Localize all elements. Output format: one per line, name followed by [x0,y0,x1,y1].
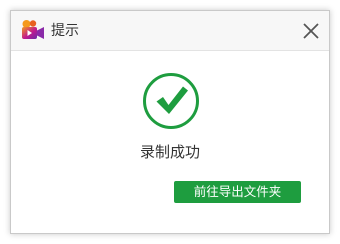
video-camera-icon [21,19,45,41]
close-icon[interactable] [301,21,321,41]
open-export-folder-button[interactable]: 前往导出文件夹 [174,181,301,203]
dialog-title: 提示 [51,23,79,39]
dialog-titlebar: 提示 [11,11,329,51]
dialog-window: 提示 录制成功 前往导出文件夹 [10,10,330,234]
status-text: 录制成功 [139,143,200,161]
check-circle-icon [142,72,200,130]
